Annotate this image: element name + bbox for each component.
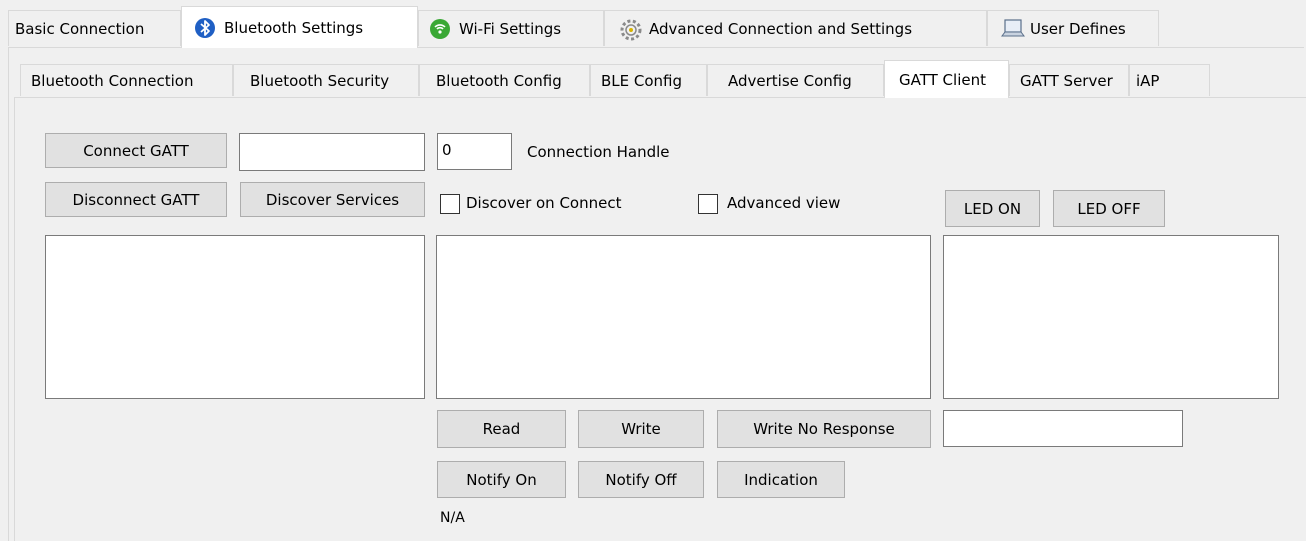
tab-advanced-connection-settings[interactable]: Advanced Connection and Settings <box>604 10 987 46</box>
write-value-input[interactable] <box>943 410 1183 447</box>
subtab-bluetooth-config[interactable]: Bluetooth Config <box>419 64 590 96</box>
discover-on-connect-label: Discover on Connect <box>466 194 622 212</box>
discover-services-button[interactable]: Discover Services <box>240 182 425 217</box>
indication-button[interactable]: Indication <box>717 461 845 498</box>
subtab-gatt-server[interactable]: GATT Server <box>1009 64 1129 96</box>
led-on-button[interactable]: LED ON <box>945 190 1040 227</box>
device-address-field[interactable] <box>239 133 425 171</box>
connection-handle-field[interactable]: 0 <box>437 133 512 170</box>
write-no-response-button[interactable]: Write No Response <box>717 410 931 448</box>
tab-label: Bluetooth Settings <box>224 18 364 37</box>
subtab-label: GATT Client <box>899 70 986 89</box>
subtab-label: Bluetooth Config <box>436 71 562 90</box>
tab-label: Advanced Connection and Settings <box>649 19 913 38</box>
connection-handle-label: Connection Handle <box>527 143 670 161</box>
bluetooth-icon <box>194 17 216 39</box>
wifi-icon <box>429 18 451 40</box>
tab-bluetooth-settings[interactable]: Bluetooth Settings <box>181 6 418 48</box>
led-off-button[interactable]: LED OFF <box>1053 190 1165 227</box>
notify-off-button[interactable]: Notify Off <box>578 461 704 498</box>
subtab-label: BLE Config <box>601 71 683 90</box>
tab-basic-connection[interactable]: Basic Connection <box>8 10 181 46</box>
subtab-iap[interactable]: iAP <box>1129 64 1210 96</box>
subtab-label: Advertise Config <box>728 71 852 90</box>
advanced-view-label: Advanced view <box>727 194 841 212</box>
laptop-icon <box>1000 18 1025 40</box>
connect-gatt-button[interactable]: Connect GATT <box>45 133 227 168</box>
notify-on-button[interactable]: Notify On <box>437 461 566 498</box>
status-text: N/A <box>440 510 465 526</box>
discover-on-connect-checkbox[interactable] <box>440 194 460 214</box>
subtab-label: Bluetooth Connection <box>31 71 194 90</box>
subtab-label: iAP <box>1136 71 1160 90</box>
subtab-bluetooth-security[interactable]: Bluetooth Security <box>233 64 419 96</box>
tab-label: Wi-Fi Settings <box>459 19 562 38</box>
devices-list[interactable] <box>45 235 425 399</box>
tab-user-defines[interactable]: User Defines <box>987 10 1159 46</box>
read-button[interactable]: Read <box>437 410 566 448</box>
subtab-ble-config[interactable]: BLE Config <box>590 64 707 96</box>
subtab-advertise-config[interactable]: Advertise Config <box>707 64 884 96</box>
tab-label: Basic Connection <box>15 19 145 38</box>
advanced-view-checkbox[interactable] <box>698 194 718 214</box>
tab-label: User Defines <box>1030 19 1126 38</box>
subtab-label: Bluetooth Security <box>250 71 390 90</box>
gear-icon <box>619 18 642 40</box>
subtab-label: GATT Server <box>1020 71 1113 90</box>
value-display[interactable] <box>943 235 1279 399</box>
services-tree[interactable] <box>436 235 931 399</box>
subtab-gatt-client[interactable]: GATT Client <box>884 60 1009 98</box>
subtab-bluetooth-connection[interactable]: Bluetooth Connection <box>20 64 233 96</box>
write-button[interactable]: Write <box>578 410 704 448</box>
disconnect-gatt-button[interactable]: Disconnect GATT <box>45 182 227 217</box>
tab-wifi-settings[interactable]: Wi-Fi Settings <box>418 10 604 46</box>
